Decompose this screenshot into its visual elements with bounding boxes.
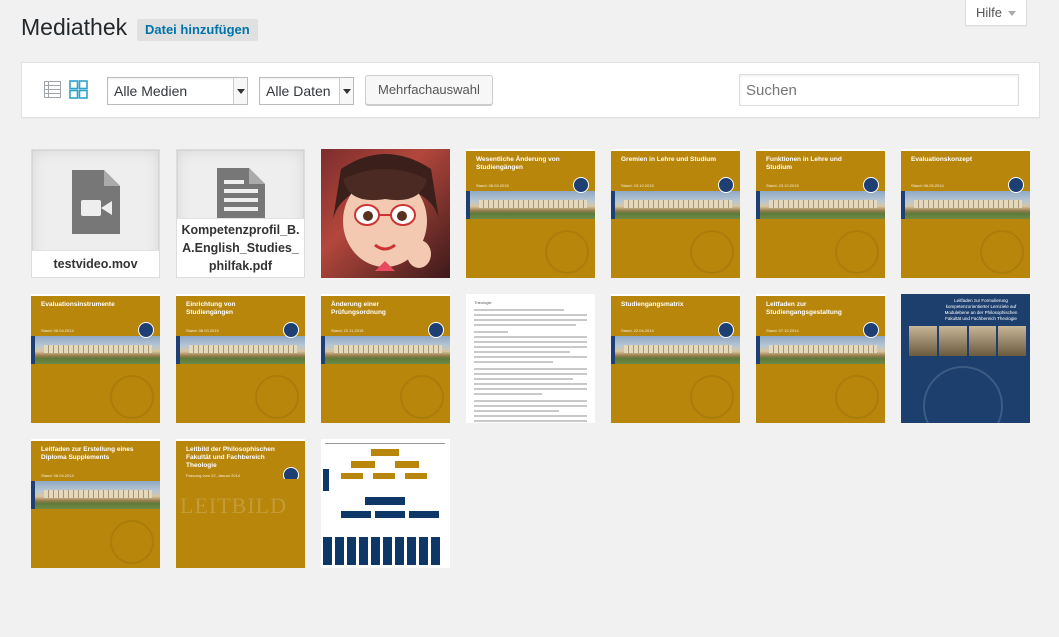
bulk-select-button[interactable]: Mehrfachauswahl (365, 75, 493, 105)
document-date: Stand: 07.10.2014 (766, 328, 799, 333)
attachment-tile[interactable]: Wesentliche Änderung von Studiengängen St… (466, 149, 595, 278)
document-date: Stand: 23.10.2015 (766, 183, 799, 188)
university-seal-icon (1008, 177, 1024, 193)
attachment-tile[interactable]: Änderung einer Prüfungsordnung Stand: 22.… (321, 294, 450, 423)
media-type-filter[interactable]: Alle Medien (107, 77, 248, 105)
document-title: Leitfaden zur Formulierung kompetenzorie… (944, 298, 1018, 321)
document-title: Leitfaden zur Studiengangsgestaltung (766, 301, 842, 316)
document-date: Stand: 23.10.2015 (621, 183, 654, 188)
document-thumbnail: Evaluationsinstrumente Stand: 06.04.2014 (31, 294, 160, 423)
document-thumbnail: Studiengangsmatrix Stand: 22.04.2014 (611, 294, 740, 423)
document-title: Evaluationsinstrumente (41, 301, 115, 308)
date-filter-value: Alle Daten (266, 83, 331, 99)
document-thumbnail: Leitfaden zur Erstellung eines Diploma S… (31, 439, 160, 568)
document-thumbnail: Gremien in Lehre und Studium Stand: 23.10… (611, 149, 740, 278)
chevron-down-icon (1008, 11, 1016, 16)
page-title: Mediathek (21, 14, 128, 40)
search-input[interactable] (739, 74, 1019, 106)
document-thumbnail: Einrichtung von Studiengängen Stand: 08.0… (176, 294, 305, 423)
attachment-tile[interactable]: Leitfaden zur Studiengangsgestaltung Stan… (756, 294, 885, 423)
attachment-tile[interactable]: Leitfaden zur Erstellung eines Diploma S… (31, 439, 160, 568)
attachment-tile[interactable] (321, 439, 450, 568)
add-file-button[interactable]: Datei hinzufügen (137, 19, 258, 41)
text-document-thumbnail: Theologie (466, 294, 595, 423)
attachment-tile[interactable]: testvideo.mov (31, 149, 160, 278)
university-seal-icon (863, 322, 879, 338)
help-label: Hilfe (975, 5, 1002, 20)
document-date: Stand: 22.04.2014 (621, 328, 654, 333)
list-view-icon[interactable] (44, 81, 61, 98)
university-seal-icon (718, 177, 734, 193)
attachment-tile[interactable]: Kompetenzprofil_B.A.English_Studies_phil… (176, 149, 305, 278)
document-date: Stand: 08.03.2015 (476, 183, 509, 188)
document-title: Studiengangsmatrix (621, 301, 684, 308)
university-seal-icon (718, 322, 734, 338)
dropdown-arrow-icon (233, 78, 247, 104)
university-seal-icon (428, 322, 444, 338)
attachment-tile[interactable]: Leitbild der Philosophischen Fakultät un… (176, 439, 305, 568)
dropdown-arrow-icon (339, 78, 353, 104)
video-file-icon (72, 170, 120, 234)
document-thumbnail: Funktionen in Lehre und Studium Stand: 23… (756, 149, 885, 278)
document-title: Funktionen in Lehre und Studium (766, 156, 842, 171)
attachment-tile[interactable]: Evaluationskonzept Stand: 06.05.2014 (901, 149, 1030, 278)
attachment-tile[interactable]: Einrichtung von Studiengängen Stand: 08.0… (176, 294, 305, 423)
attachment-tile[interactable]: Gremien in Lehre und Studium Stand: 23.10… (611, 149, 740, 278)
cartoon-avatar-image (321, 149, 450, 278)
document-date: Stand: 06.04.2014 (41, 328, 74, 333)
document-date: Stand: 22.11.2015 (331, 328, 364, 333)
document-title: Gremien in Lehre und Studium (621, 156, 716, 163)
attachment-filename: testvideo.mov (32, 250, 159, 277)
document-title: Leitfaden zur Erstellung eines Diploma S… (41, 446, 134, 461)
attachment-tile[interactable]: Studiengangsmatrix Stand: 22.04.2014 (611, 294, 740, 423)
document-title: Einrichtung von Studiengängen (186, 301, 236, 316)
document-file-icon (217, 168, 265, 224)
attachment-tile[interactable]: Funktionen in Lehre und Studium Stand: 23… (756, 149, 885, 278)
document-subtitle: Fassung vom 22. Januar 2014 (186, 473, 241, 478)
document-title: Wesentliche Änderung von Studiengängen (476, 156, 560, 171)
document-title: Evaluationskonzept (911, 156, 973, 163)
media-type-filter-value: Alle Medien (114, 83, 188, 99)
document-thumbnail: Evaluationskonzept Stand: 06.05.2014 (901, 149, 1030, 278)
university-seal-icon (573, 177, 589, 193)
document-date: Stand: 06.04.2014 (41, 473, 74, 478)
document-date: Stand: 06.05.2014 (911, 183, 944, 188)
document-thumbnail: Wesentliche Änderung von Studiengängen St… (466, 149, 595, 278)
attachment-tile[interactable]: Evaluationsinstrumente Stand: 06.04.2014 (31, 294, 160, 423)
document-thumbnail: Leitfaden zur Formulierung kompetenzorie… (901, 294, 1030, 423)
document-title: Leitbild der Philosophischen Fakultät un… (186, 446, 275, 469)
university-seal-icon (138, 322, 154, 338)
attachment-tile[interactable]: Theologie (466, 294, 595, 423)
university-seal-icon (863, 177, 879, 193)
document-title: Änderung einer Prüfungsordnung (331, 301, 386, 316)
university-seal-icon (283, 322, 299, 338)
document-date: Stand: 08.03.2015 (186, 328, 219, 333)
attachment-tile[interactable] (321, 149, 450, 278)
document-thumbnail: Leitfaden zur Studiengangsgestaltung Stan… (756, 294, 885, 423)
document-thumbnail: Leitbild der Philosophischen Fakultät un… (176, 439, 305, 568)
watermark-text: LEITBILD (180, 493, 287, 518)
university-seal-icon (923, 366, 1003, 423)
avatar-illustration (333, 154, 439, 271)
document-thumbnail: Änderung einer Prüfungsordnung Stand: 22.… (321, 294, 450, 423)
help-tab[interactable]: Hilfe (965, 0, 1027, 26)
attachment-tile[interactable]: Leitfaden zur Formulierung kompetenzorie… (901, 294, 1030, 423)
grid-view-icon[interactable] (69, 80, 88, 99)
media-toolbar: Alle Medien Alle Daten Mehrfachauswahl (21, 62, 1040, 118)
attachment-filename: Kompetenzprofil_B.A.English_Studies_phil… (177, 218, 304, 277)
org-chart-thumbnail (321, 439, 450, 568)
date-filter[interactable]: Alle Daten (259, 77, 354, 105)
document-title: Theologie (474, 300, 492, 305)
